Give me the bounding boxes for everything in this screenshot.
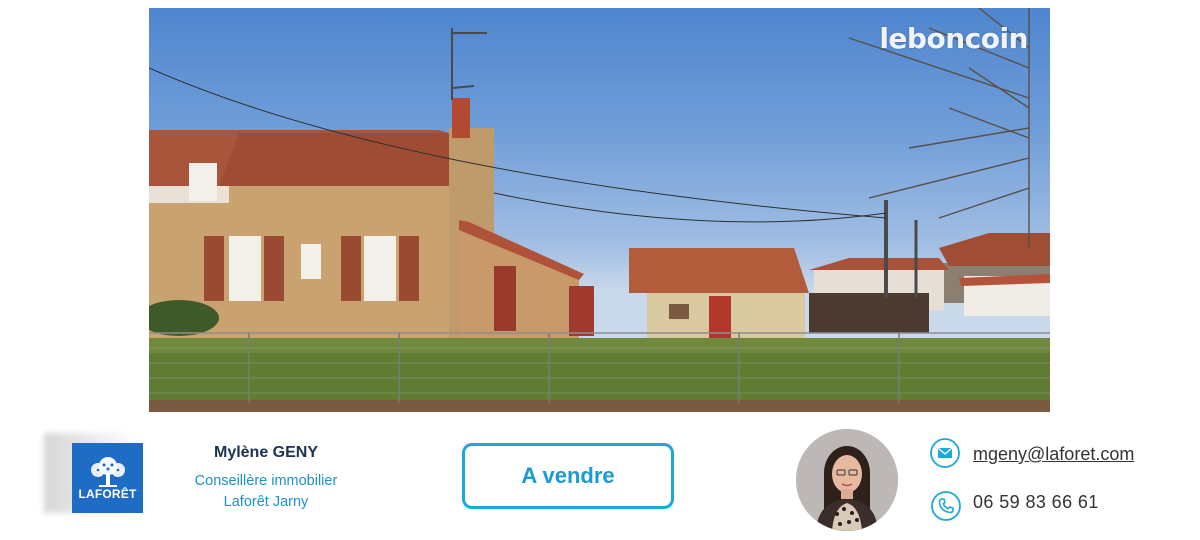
for-sale-button[interactable]: A vendre <box>462 443 674 509</box>
for-sale-label: A vendre <box>521 463 615 488</box>
listing-card: leboncoin LAFORÊT Mylène GENY Conseillèr… <box>0 0 1200 540</box>
envelope-icon <box>930 438 960 468</box>
agent-name: Mylène GENY <box>213 444 319 461</box>
agent-avatar <box>796 429 898 531</box>
property-photo[interactable]: leboncoin <box>149 8 1050 412</box>
phone-icon <box>931 491 961 521</box>
email-link[interactable]: mgeny@laforet.com <box>973 444 1134 465</box>
agent-agency: Laforêt Jarny <box>223 494 309 510</box>
phone-number[interactable]: 06 59 83 66 61 <box>973 492 1099 513</box>
agent-portrait <box>796 429 898 531</box>
leboncoin-watermark: leboncoin <box>879 22 1028 55</box>
tree-icon <box>90 457 125 487</box>
agent-role: Conseillère immobilier <box>194 473 338 489</box>
logo-text: LAFORÊT <box>78 487 137 501</box>
laforet-logo: LAFORÊT <box>72 443 143 513</box>
house-illustration <box>149 8 1050 412</box>
